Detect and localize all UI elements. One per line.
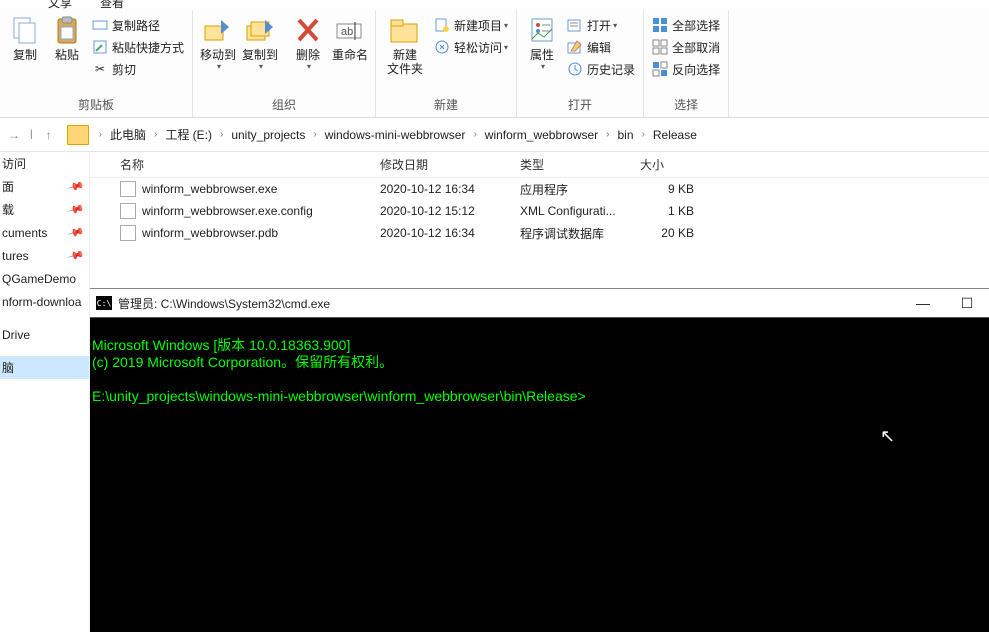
- delete-button[interactable]: 删除▾: [287, 12, 329, 71]
- ribbon-group-open: 属性▾ 打开▾ 编辑 历史记录 打开: [517, 10, 644, 117]
- sidebar-item[interactable]: nform-downloa: [0, 290, 89, 313]
- move-to-button[interactable]: 移动到▾: [197, 12, 239, 71]
- edit-icon: [567, 39, 583, 55]
- col-name[interactable]: 名称: [112, 156, 372, 173]
- select-all-button[interactable]: 全部选择: [648, 14, 724, 36]
- ribbon-group-organize: 移动到▾ 复制到▾ 删除▾ ab 重命名 组织: [193, 10, 376, 117]
- sidebar-item[interactable]: QGameDemo: [0, 267, 89, 290]
- cmd-line: Microsoft Windows [版本 10.0.18363.900]: [92, 337, 987, 354]
- mouse-cursor-icon: ↖: [880, 428, 895, 445]
- sidebar: 访问 面📌 载📌 cuments📌 tures📌 QGameDemo nform…: [0, 152, 90, 632]
- cmd-prompt: E:\unity_projects\windows-mini-webbrowse…: [92, 388, 987, 405]
- paste-button[interactable]: 粘贴: [46, 12, 88, 62]
- paste-icon: [51, 14, 83, 46]
- copy-path-button[interactable]: 复制路径: [88, 14, 188, 36]
- open-button[interactable]: 打开▾: [563, 14, 639, 36]
- cmd-icon: C:\: [96, 296, 112, 310]
- ribbon-group-new: 新建 文件夹 新建项目▾ 轻松访问▾ 新建: [376, 10, 517, 117]
- nav-forward-button[interactable]: →: [2, 123, 26, 147]
- pin-icon: 📌: [67, 200, 85, 218]
- tab-strip: 文享 查看: [0, 0, 989, 8]
- file-row[interactable]: winform_webbrowser.exe.config 2020-10-12…: [90, 200, 989, 222]
- select-all-icon: [652, 17, 668, 33]
- sidebar-item[interactable]: 载📌: [0, 198, 89, 221]
- history-button[interactable]: 历史记录: [563, 58, 639, 80]
- rename-icon: ab: [334, 14, 366, 46]
- column-headers[interactable]: 名称 修改日期 类型 大小: [90, 152, 989, 178]
- crumb-2[interactable]: unity_projects: [227, 126, 309, 144]
- shortcut-icon: [92, 39, 108, 55]
- col-date[interactable]: 修改日期: [372, 156, 512, 173]
- nav-up-button[interactable]: ↑: [37, 123, 61, 147]
- pin-icon: 📌: [67, 223, 85, 241]
- tab-share[interactable]: 文享: [48, 0, 72, 11]
- pdb-icon: [120, 225, 136, 241]
- col-type[interactable]: 类型: [512, 156, 632, 173]
- ribbon-group-select: 全部选择 全部取消 反向选择 选择: [644, 10, 729, 117]
- new-item-icon: [434, 17, 450, 33]
- file-row[interactable]: winform_webbrowser.exe 2020-10-12 16:34 …: [90, 178, 989, 200]
- pin-icon: 📌: [67, 246, 85, 264]
- edit-button[interactable]: 编辑: [563, 36, 639, 58]
- invert-selection-button[interactable]: 反向选择: [648, 58, 724, 80]
- history-icon: [567, 61, 583, 77]
- crumb-4[interactable]: winform_webbrowser: [481, 126, 602, 144]
- properties-icon: [526, 14, 558, 46]
- crumb-5[interactable]: bin: [614, 126, 638, 144]
- tab-view[interactable]: 查看: [100, 0, 124, 11]
- crumb-6[interactable]: Release: [649, 126, 701, 144]
- col-size[interactable]: 大小: [632, 156, 702, 173]
- select-none-icon: [652, 39, 668, 55]
- open-icon: [567, 17, 583, 33]
- copy-to-button[interactable]: 复制到▾: [239, 12, 281, 71]
- properties-button[interactable]: 属性▾: [521, 12, 563, 71]
- cut-button[interactable]: ✂剪切: [88, 58, 188, 80]
- sidebar-item[interactable]: Drive: [0, 323, 89, 346]
- copy-icon: [9, 14, 41, 46]
- pin-icon: 📌: [67, 177, 85, 195]
- crumb-pc[interactable]: 此电脑: [106, 124, 150, 145]
- svg-text:ab: ab: [341, 26, 353, 38]
- move-to-icon: [202, 14, 234, 46]
- delete-icon: [292, 14, 324, 46]
- new-item-button[interactable]: 新建项目▾: [430, 14, 512, 36]
- scissors-icon: ✂: [92, 61, 108, 77]
- select-none-button[interactable]: 全部取消: [648, 36, 724, 58]
- folder-icon: [67, 125, 89, 145]
- rename-button[interactable]: ab 重命名: [329, 12, 371, 62]
- cmd-window: C:\ 管理员: C:\Windows\System32\cmd.exe — ☐…: [90, 288, 989, 632]
- address-bar: → | ↑ › 此电脑› 工程 (E:)› unity_projects› wi…: [0, 118, 989, 152]
- maximize-button[interactable]: ☐: [945, 288, 989, 318]
- minimize-button[interactable]: —: [901, 288, 945, 318]
- exe-icon: [120, 181, 136, 197]
- ribbon: 复制 粘贴 复制路径 粘贴快捷方式 ✂剪切 剪贴板 移动到▾: [0, 8, 989, 118]
- cmd-line: (c) 2019 Microsoft Corporation。保留所有权利。: [92, 354, 987, 371]
- crumb-drive[interactable]: 工程 (E:): [161, 124, 216, 145]
- cmd-body[interactable]: Microsoft Windows [版本 10.0.18363.900](c)…: [90, 318, 989, 632]
- sidebar-item-selected[interactable]: 脑: [0, 356, 89, 379]
- sidebar-item[interactable]: cuments📌: [0, 221, 89, 244]
- copy-button[interactable]: 复制: [4, 12, 46, 62]
- sidebar-item[interactable]: 访问: [0, 152, 89, 175]
- file-row[interactable]: winform_webbrowser.pdb 2020-10-12 16:34 …: [90, 222, 989, 244]
- breadcrumb[interactable]: › 此电脑› 工程 (E:)› unity_projects› windows-…: [95, 124, 701, 145]
- ribbon-group-clipboard: 复制 粘贴 复制路径 粘贴快捷方式 ✂剪切 剪贴板: [0, 10, 193, 117]
- new-folder-icon: [389, 14, 421, 46]
- sidebar-item[interactable]: tures📌: [0, 244, 89, 267]
- config-icon: [120, 203, 136, 219]
- invert-icon: [652, 61, 668, 77]
- path-icon: [92, 17, 108, 33]
- sidebar-item[interactable]: 面📌: [0, 175, 89, 198]
- easy-access-icon: [434, 39, 450, 55]
- crumb-3[interactable]: windows-mini-webbrowser: [321, 126, 470, 144]
- new-folder-button[interactable]: 新建 文件夹: [380, 12, 430, 76]
- easy-access-button[interactable]: 轻松访问▾: [430, 36, 512, 58]
- cmd-titlebar[interactable]: C:\ 管理员: C:\Windows\System32\cmd.exe — ☐: [90, 288, 989, 318]
- copy-to-icon: [244, 14, 276, 46]
- cmd-title-text: 管理员: C:\Windows\System32\cmd.exe: [118, 295, 330, 312]
- paste-shortcut-button[interactable]: 粘贴快捷方式: [88, 36, 188, 58]
